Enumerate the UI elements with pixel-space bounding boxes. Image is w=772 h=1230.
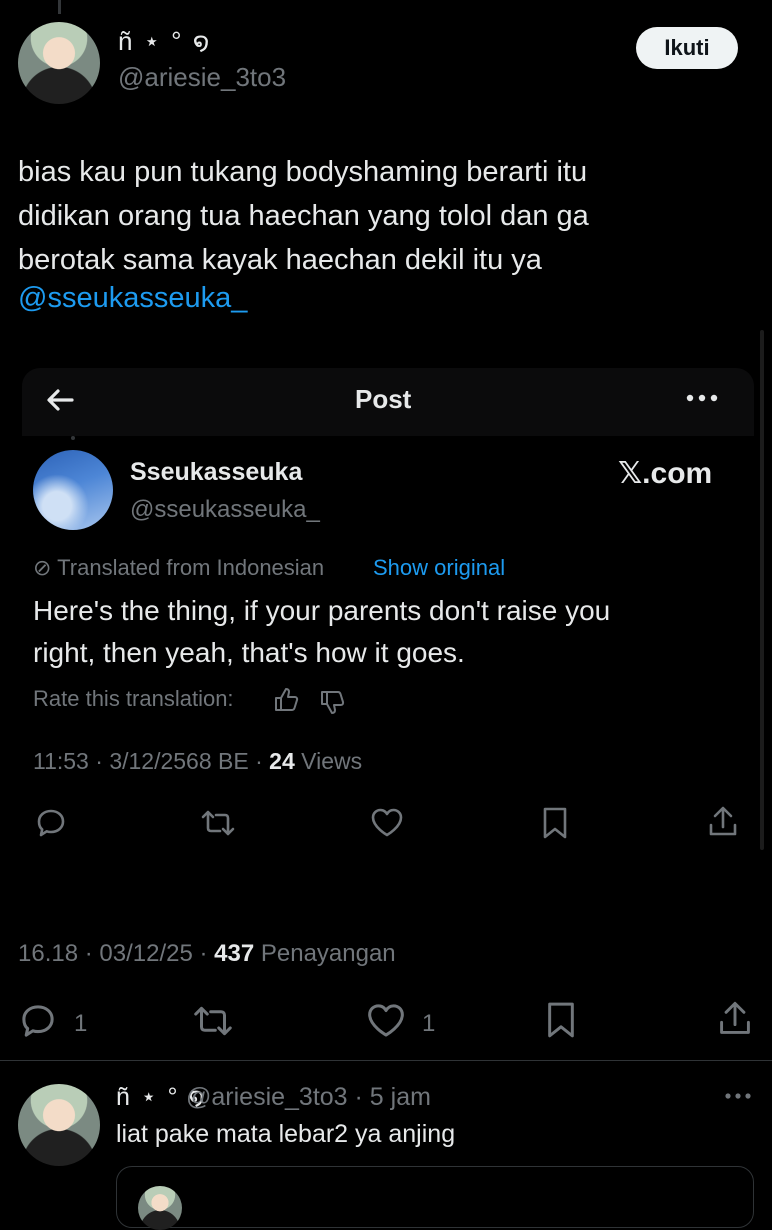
rate-translation: Rate this translation:	[33, 686, 234, 712]
retweet-button[interactable]	[190, 1001, 236, 1041]
embedded-avatar	[33, 450, 113, 530]
reply-icon	[34, 806, 68, 840]
retweet-icon	[198, 806, 238, 840]
avatar[interactable]	[18, 22, 100, 104]
share-icon	[706, 804, 740, 840]
embedded-tweet-text: Here's the thing, if your parents don't …	[33, 595, 611, 668]
thumbs-down-icon	[318, 688, 346, 716]
views-label: Penayangan	[260, 940, 396, 967]
like-count: 1	[422, 1010, 436, 1037]
bookmark-button[interactable]	[544, 1000, 578, 1040]
share-icon	[720, 1001, 750, 1034]
share-button[interactable]	[716, 998, 754, 1040]
more-icon	[682, 378, 722, 426]
x-brand-watermark: 𝕏.com	[618, 457, 713, 490]
embedded-view-count: 24	[269, 748, 295, 774]
bookmark-icon	[548, 1002, 574, 1038]
post-header-title: Post	[355, 384, 412, 414]
view-count: 437	[214, 940, 255, 967]
reply-avatar[interactable]	[18, 1084, 100, 1166]
like-icon	[369, 806, 405, 840]
mention-link[interactable]: @sseukasseuka_	[18, 282, 247, 315]
embedded-handle: @sseukasseuka_	[130, 496, 320, 523]
like-icon	[368, 1004, 404, 1037]
follow-button[interactable]: Ikuti	[636, 27, 738, 69]
scroll-indicator	[760, 330, 764, 850]
back-arrow-icon	[42, 382, 78, 427]
thread-line	[58, 0, 61, 14]
quoted-avatar	[138, 1186, 182, 1230]
reply-more-icon[interactable]	[722, 1080, 754, 1119]
embedded-views-label: Views	[301, 748, 363, 774]
thumbs-up-icon	[272, 686, 300, 714]
tweet-time: 16.18	[18, 940, 79, 967]
embedded-date: 3/12/2568 BE	[109, 748, 249, 774]
tweet-meta: 16.18 · 03/12/25 · 437 Penayangan	[18, 940, 396, 967]
quoted-tweet-card[interactable]	[116, 1166, 754, 1228]
rate-label: Rate this translation:	[33, 686, 234, 711]
embedded-time: 11:53	[33, 748, 89, 774]
translate-icon: ⊘	[33, 555, 52, 580]
translated-label: ⊘ Translated from Indonesian	[33, 555, 324, 581]
reply-handle[interactable]: @ariesie_3to3 · 5 jam	[186, 1083, 431, 1112]
tweet-text: bias kau pun tukang bodyshaming berarti …	[18, 156, 589, 276]
bookmark-icon	[540, 806, 570, 840]
show-original-link: Show original	[373, 555, 506, 580]
retweet-icon	[194, 1006, 232, 1036]
reply-count: 1	[74, 1010, 88, 1037]
thread-dot	[71, 436, 75, 440]
tweet-date: 03/12/25	[99, 940, 193, 967]
reply-text: liat pake mata lebar2 ya anjing	[116, 1120, 456, 1148]
display-name[interactable]: ñ ⋆ ° ໑	[118, 26, 211, 57]
translated-text: Translated from Indonesian	[57, 555, 325, 580]
reply-button[interactable]	[18, 1001, 58, 1041]
divider	[0, 1060, 772, 1061]
user-handle[interactable]: @ariesie_3to3	[118, 62, 286, 93]
embedded-display-name: Sseukasseuka	[130, 458, 303, 486]
embedded-post-meta: 11:53 · 3/12/2568 BE · 24 Views	[33, 748, 363, 774]
like-button[interactable]	[365, 1001, 407, 1041]
reply-icon	[22, 1005, 54, 1037]
